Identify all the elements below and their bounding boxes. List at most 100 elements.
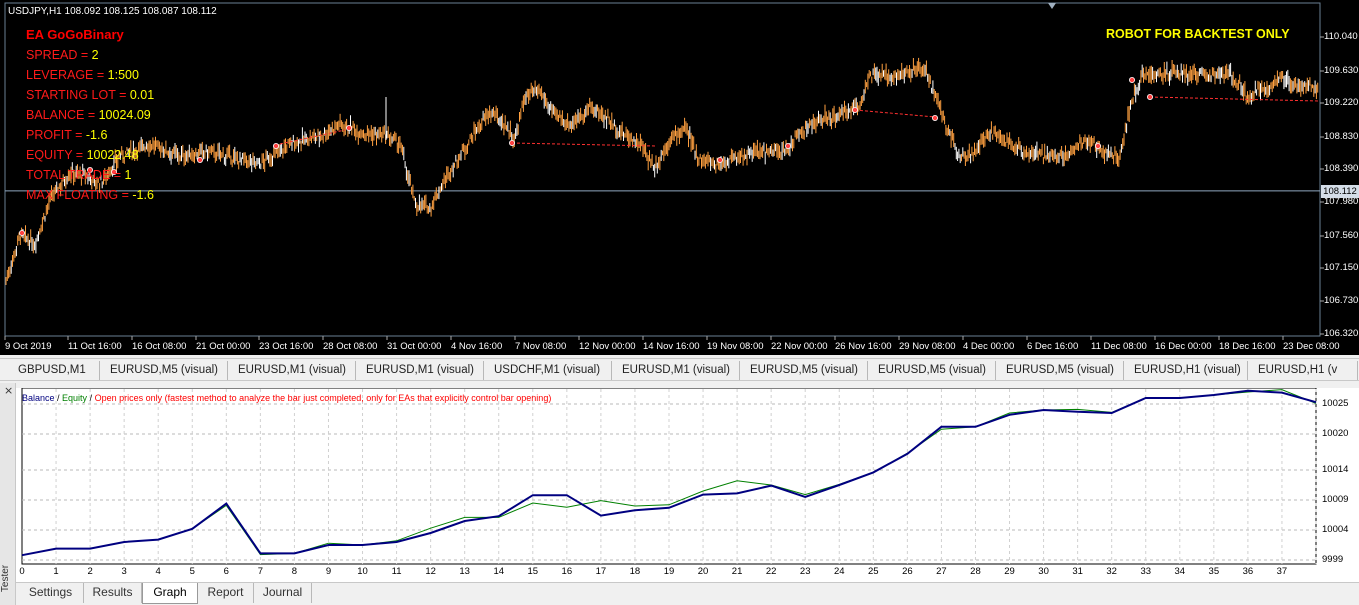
trade-marker xyxy=(1095,142,1102,149)
chart-tab[interactable]: EURUSD,M1 (visual) xyxy=(612,361,740,380)
legend-separator: / xyxy=(54,393,63,403)
legend-equity: Equity xyxy=(62,393,88,403)
trade-marker xyxy=(1147,94,1154,101)
ea-info-line: SPREAD = 2 xyxy=(26,47,154,67)
graph-y-label: 10020 xyxy=(1322,428,1349,439)
price-axis-label: 108.830 xyxy=(1324,131,1359,142)
trade-line xyxy=(1149,96,1319,102)
trade-marker xyxy=(852,107,859,114)
ea-info-label: MAX FLOATING = xyxy=(26,188,133,202)
chart-window-tabs: GBPUSD,M1 EURUSD,M5 (visual) EURUSD,M1 (vi… xyxy=(0,358,1359,381)
ea-info-value: 10022.48 xyxy=(86,148,139,162)
tester-tab-graph[interactable]: Graph xyxy=(142,583,198,604)
legend-balance: Balance xyxy=(22,393,55,403)
ea-info-value: -1.6 xyxy=(85,128,108,142)
graph-x-label: 35 xyxy=(1208,566,1220,577)
price-chart-canvas[interactable] xyxy=(0,0,1359,355)
plot-frame xyxy=(4,2,1321,337)
ea-title: EA GoGoBinary xyxy=(26,27,124,42)
graph-y-label: 10004 xyxy=(1322,524,1349,535)
graph-x-label: 20 xyxy=(697,566,709,577)
tester-panel: × Tester Balance / Equity / Open prices … xyxy=(0,383,1359,605)
ea-info-panel: SPREAD = 2 LEVERAGE = 1:500 STARTING LOT =… xyxy=(26,47,154,207)
graph-canvas xyxy=(21,388,1317,565)
graph-x-label: 36 xyxy=(1242,566,1254,577)
tester-tab-results[interactable]: Results xyxy=(84,583,142,603)
chart-shift-arrow-icon[interactable] xyxy=(1048,3,1056,9)
graph-x-label: 11 xyxy=(391,566,402,577)
chart-tab[interactable]: USDCHF,M1 (visual) xyxy=(484,361,612,380)
chart-tab[interactable]: EURUSD,M5 (visual) xyxy=(868,361,996,380)
trade-marker xyxy=(196,156,203,163)
balance-equity-graph[interactable]: Balance / Equity / Open prices only (fas… xyxy=(16,388,1359,582)
ea-info-label: TOTAL TRADE = xyxy=(26,168,125,182)
graph-x-label: 33 xyxy=(1140,566,1152,577)
trade-marker xyxy=(1129,77,1136,84)
price-axis-label: 110.040 xyxy=(1324,31,1358,42)
ea-info-line: STARTING LOT = 0.01 xyxy=(26,87,154,107)
graph-x-label: 23 xyxy=(799,566,811,577)
trade-marker xyxy=(932,115,939,122)
ea-info-label: LEVERAGE = xyxy=(26,68,108,82)
chart-tab[interactable]: EURUSD,M5 (visual) xyxy=(740,361,868,380)
ea-info-line: BALANCE = 10024.09 xyxy=(26,107,154,127)
ea-info-line: LEVERAGE = 1:500 xyxy=(26,67,154,87)
graph-x-label: 29 xyxy=(1004,566,1015,577)
time-axis-label: 22 Nov 00:00 xyxy=(771,341,828,352)
graph-legend: Balance / Equity / Open prices only (fas… xyxy=(22,393,551,403)
chart-tab[interactable]: EURUSD,M1 (visual) xyxy=(228,361,356,380)
ea-info-label: STARTING LOT = xyxy=(26,88,130,102)
close-icon[interactable]: × xyxy=(4,384,13,397)
graph-x-label: 17 xyxy=(595,566,607,577)
graph-x-label: 10 xyxy=(357,566,368,577)
trade-line xyxy=(854,109,936,118)
graph-x-label: 3 xyxy=(121,566,127,577)
legend-separator: / xyxy=(87,393,95,403)
legend-mode: Open prices only (fastest method to anal… xyxy=(94,393,552,403)
ea-info-label: SPREAD = xyxy=(26,48,92,62)
graph-x-label: 30 xyxy=(1038,566,1049,577)
ea-info-value: 1 xyxy=(124,168,132,182)
ea-info-value: 0.01 xyxy=(129,88,155,102)
trade-marker xyxy=(508,139,515,146)
graph-x-label: 0 xyxy=(19,566,25,577)
graph-x-label: 26 xyxy=(902,566,913,577)
ea-info-label: EQUITY = xyxy=(26,148,87,162)
chart-tab[interactable]: EURUSD,M5 (visual) xyxy=(100,361,228,380)
chart-tab[interactable]: EURUSD,H1 (v xyxy=(1248,361,1358,380)
robot-backtest-note: ROBOT FOR BACKTEST ONLY xyxy=(1106,27,1290,41)
ea-info-line: TOTAL TRADE = 1 xyxy=(26,167,154,187)
time-axis-label: 19 Nov 08:00 xyxy=(707,341,764,352)
chart-tab[interactable]: EURUSD,H1 (visual) xyxy=(1124,361,1248,380)
time-axis-label: 26 Nov 16:00 xyxy=(835,341,892,352)
tester-tab-report[interactable]: Report xyxy=(198,583,254,603)
price-axis-label: 107.560 xyxy=(1324,230,1359,241)
time-axis-label: 11 Oct 16:00 xyxy=(68,341,122,352)
chart-tab[interactable]: EURUSD,M1 (visual) xyxy=(356,361,484,380)
graph-x-label: 25 xyxy=(868,566,879,577)
graph-x-label: 37 xyxy=(1276,566,1288,577)
time-axis-label: 9 Oct 2019 xyxy=(5,341,52,352)
time-axis-label: 14 Nov 16:00 xyxy=(643,341,700,352)
price-axis-label: 109.220 xyxy=(1324,97,1359,108)
graph-x-label: 8 xyxy=(291,566,298,577)
chart-tab[interactable]: EURUSD,M5 (visual) xyxy=(996,361,1124,380)
time-axis-label: 18 Dec 16:00 xyxy=(1219,341,1276,352)
time-axis-label: 29 Nov 08:00 xyxy=(899,341,956,352)
price-chart[interactable]: USDJPY,H1 108.092 108.125 108.087 108.11… xyxy=(0,0,1359,355)
trade-marker xyxy=(272,142,279,149)
price-axis-label: 107.150 xyxy=(1324,262,1359,273)
graph-x-label: 1 xyxy=(53,566,59,577)
trade-marker xyxy=(18,229,25,236)
ea-info-label: PROFIT = xyxy=(26,128,86,142)
tester-tab-journal[interactable]: Journal xyxy=(254,583,312,603)
symbol-quote-line: USDJPY,H1 108.092 108.125 108.087 108.11… xyxy=(8,6,217,17)
trade-marker xyxy=(717,156,724,163)
price-axis-label: 108.390 xyxy=(1324,163,1359,174)
time-axis-label: 4 Nov 16:00 xyxy=(451,341,503,352)
chart-tab[interactable]: GBPUSD,M1 xyxy=(8,361,100,380)
time-axis-label: 11 Dec 08:00 xyxy=(1091,341,1147,352)
tester-tab-settings[interactable]: Settings xyxy=(18,583,84,603)
graph-x-label: 24 xyxy=(833,566,845,577)
graph-x-label: 14 xyxy=(493,566,505,577)
